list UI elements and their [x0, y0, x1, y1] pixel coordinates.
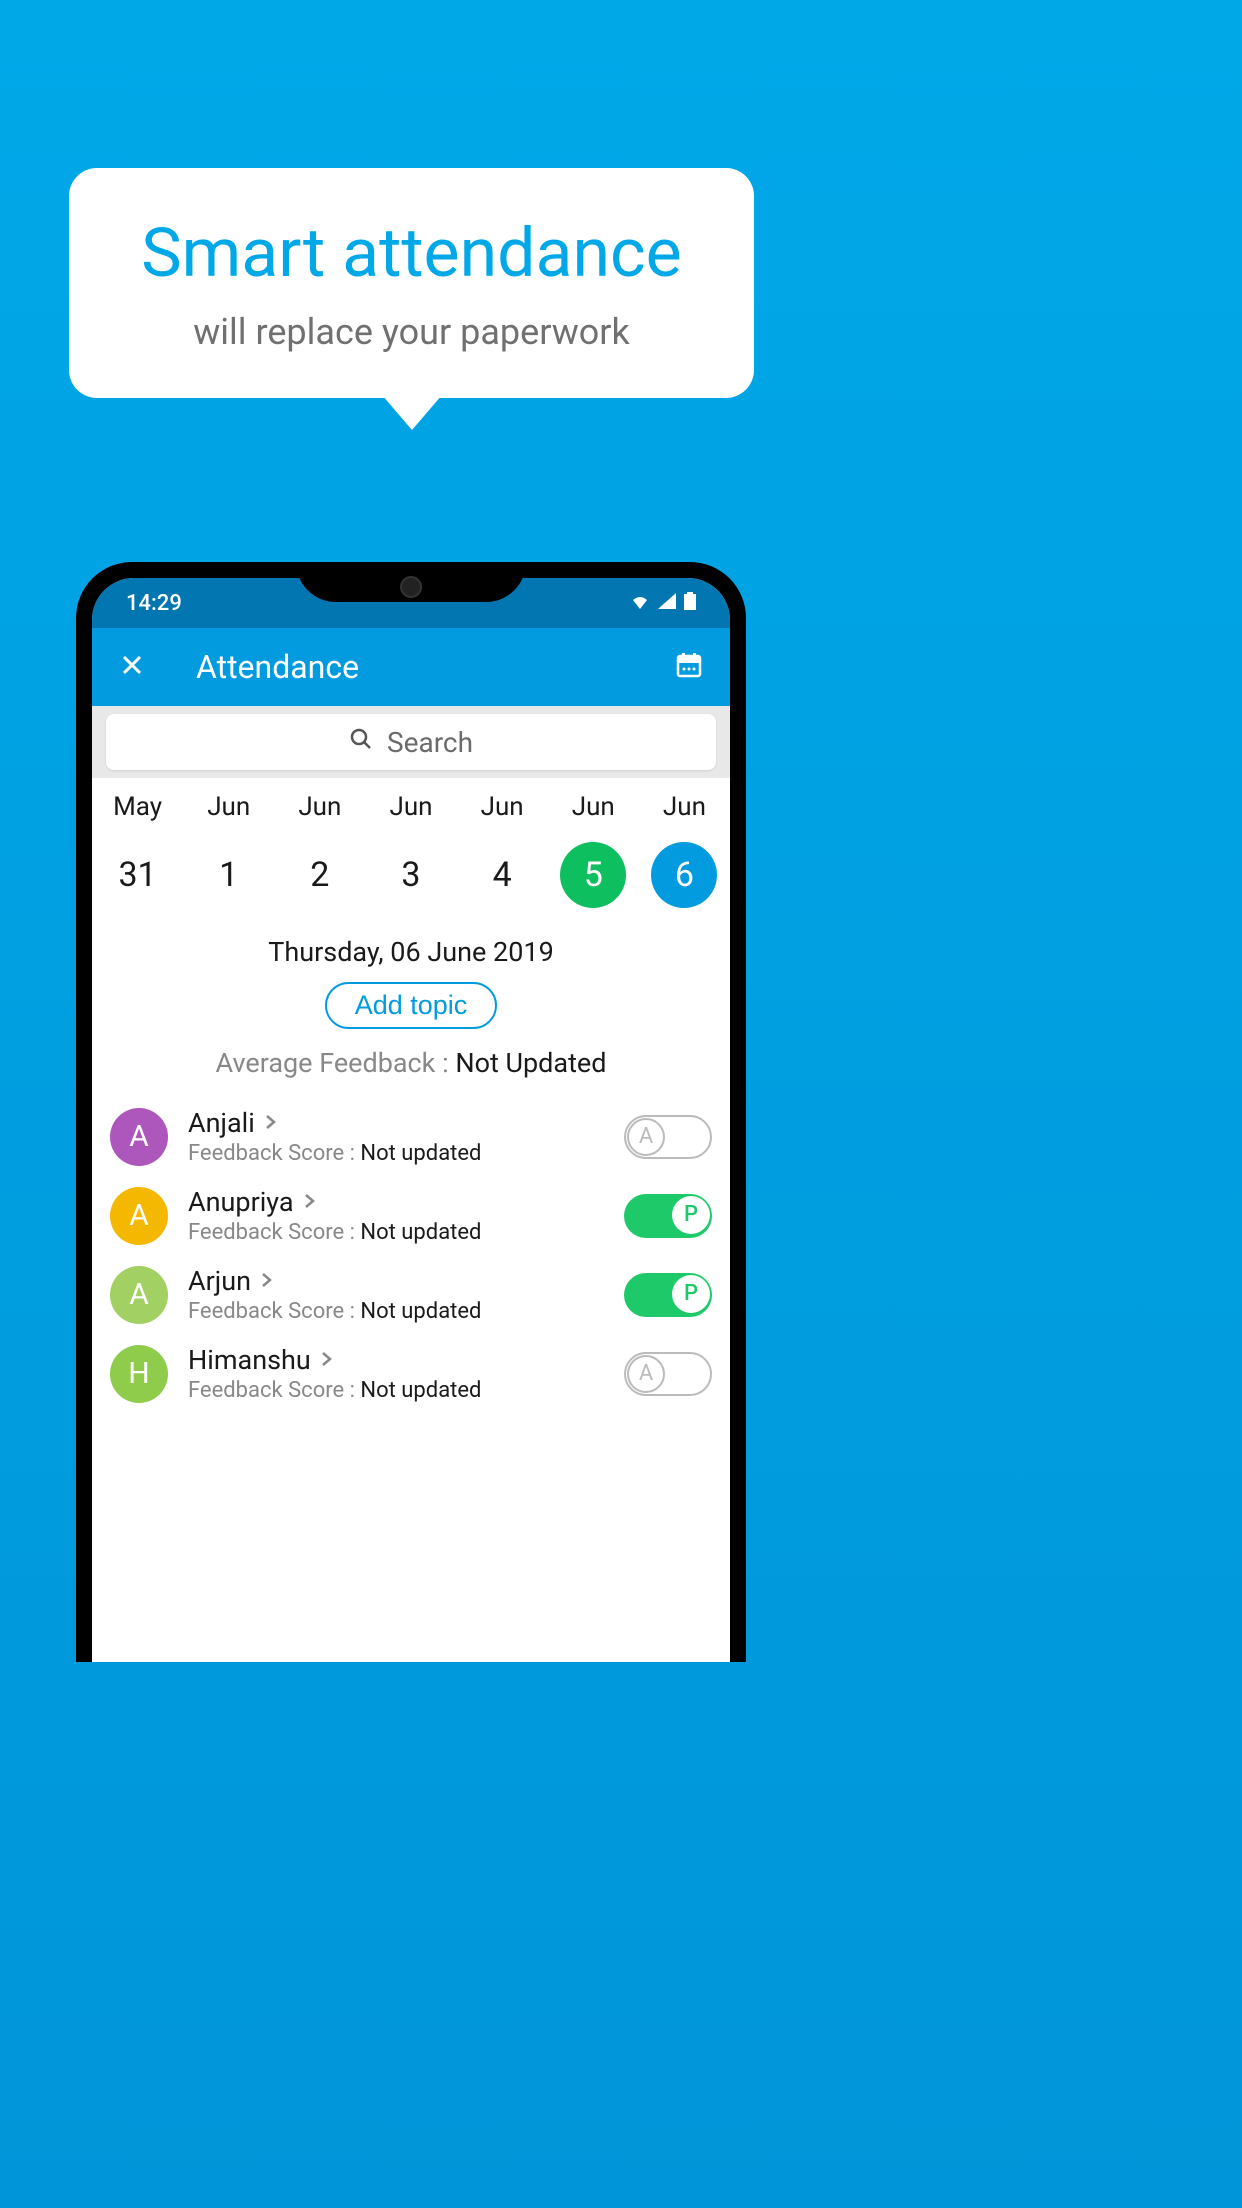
- chevron-right-icon: [321, 1348, 333, 1372]
- avg-feedback-label: Average Feedback :: [216, 1047, 456, 1079]
- search-icon: [349, 727, 373, 758]
- date-item[interactable]: Jun 3: [365, 792, 456, 908]
- date-day: 3: [378, 842, 444, 908]
- date-item[interactable]: Jun 5: [548, 792, 639, 908]
- avg-feedback-value: Not Updated: [455, 1047, 606, 1079]
- toggle-knob: P: [672, 1196, 710, 1234]
- feedback-value: Not updated: [360, 1378, 481, 1403]
- promo-subtitle: will replace your paperwork: [193, 311, 630, 353]
- feedback-label: Feedback Score :: [188, 1220, 360, 1245]
- student-row: A AnjaliFeedback Score : Not updated A: [92, 1097, 730, 1176]
- attendance-toggle[interactable]: P: [624, 1194, 712, 1238]
- student-info[interactable]: HimanshuFeedback Score : Not updated: [188, 1344, 604, 1403]
- feedback-value: Not updated: [360, 1220, 481, 1245]
- chevron-right-icon: [261, 1269, 273, 1293]
- toggle-knob: A: [627, 1355, 665, 1393]
- close-icon[interactable]: [120, 651, 144, 684]
- page-title: Attendance: [196, 648, 624, 686]
- feedback-value: Not updated: [360, 1299, 481, 1324]
- student-row: H HimanshuFeedback Score : Not updated A: [92, 1334, 730, 1413]
- battery-icon: [684, 592, 696, 614]
- date-day: 5: [560, 842, 626, 908]
- signal-icon: [658, 593, 676, 613]
- student-row: A ArjunFeedback Score : Not updated P: [92, 1255, 730, 1334]
- toggle-knob: P: [672, 1275, 710, 1313]
- date-day: 31: [105, 842, 171, 908]
- student-name: Anjali: [188, 1107, 255, 1139]
- toggle-knob: A: [627, 1118, 665, 1156]
- phone-notch: [296, 562, 526, 602]
- selected-date-label: Thursday, 06 June 2019: [92, 926, 730, 982]
- avatar: A: [110, 1187, 168, 1245]
- date-day: 6: [651, 842, 717, 908]
- attendance-toggle[interactable]: P: [624, 1273, 712, 1317]
- date-month: Jun: [663, 792, 706, 822]
- wifi-icon: [630, 593, 650, 613]
- attendance-toggle[interactable]: A: [624, 1115, 712, 1159]
- date-item[interactable]: May 31: [92, 792, 183, 908]
- add-topic-button[interactable]: Add topic: [325, 982, 498, 1029]
- date-item[interactable]: Jun 2: [274, 792, 365, 908]
- date-month: Jun: [298, 792, 341, 822]
- average-feedback: Average Feedback : Not Updated: [92, 1047, 730, 1097]
- search-container: Search: [92, 706, 730, 778]
- date-month: Jun: [572, 792, 615, 822]
- search-placeholder: Search: [387, 726, 473, 759]
- student-info[interactable]: ArjunFeedback Score : Not updated: [188, 1265, 604, 1324]
- date-strip: May 31 Jun 1 Jun 2 Jun 3 Jun 4 Jun 5 Jun 6: [92, 778, 730, 926]
- date-month: May: [113, 792, 162, 822]
- promo-title: Smart attendance: [141, 213, 681, 293]
- chevron-right-icon: [265, 1111, 277, 1135]
- date-month: Jun: [481, 792, 524, 822]
- student-info[interactable]: AnupriyaFeedback Score : Not updated: [188, 1186, 604, 1245]
- app-header: Attendance: [92, 628, 730, 706]
- date-day: 4: [469, 842, 535, 908]
- attendance-toggle[interactable]: A: [624, 1352, 712, 1396]
- student-list: AAnjaliFeedback Score : Not updatedAAAnu…: [92, 1097, 730, 1413]
- add-topic-container: Add topic: [92, 982, 730, 1047]
- student-name: Arjun: [188, 1265, 251, 1297]
- date-month: Jun: [389, 792, 432, 822]
- search-input[interactable]: Search: [106, 714, 716, 770]
- status-time: 14:29: [126, 591, 182, 616]
- date-item[interactable]: Jun 6: [639, 792, 730, 908]
- date-month: Jun: [207, 792, 250, 822]
- feedback-label: Feedback Score :: [188, 1299, 360, 1324]
- calendar-icon[interactable]: [676, 652, 702, 682]
- chevron-right-icon: [304, 1190, 316, 1214]
- feedback-label: Feedback Score :: [188, 1141, 360, 1166]
- avatar: A: [110, 1266, 168, 1324]
- avatar: A: [110, 1108, 168, 1166]
- date-day: 2: [287, 842, 353, 908]
- date-item[interactable]: Jun 4: [457, 792, 548, 908]
- date-day: 1: [196, 842, 262, 908]
- student-info[interactable]: AnjaliFeedback Score : Not updated: [188, 1107, 604, 1166]
- status-icons: [630, 592, 696, 614]
- student-row: A AnupriyaFeedback Score : Not updated P: [92, 1176, 730, 1255]
- student-name: Anupriya: [188, 1186, 294, 1218]
- avatar: H: [110, 1345, 168, 1403]
- date-item[interactable]: Jun 1: [183, 792, 274, 908]
- phone-frame: 14:29 Attendance: [76, 562, 746, 1662]
- feedback-label: Feedback Score :: [188, 1378, 360, 1403]
- phone-screen: 14:29 Attendance: [92, 578, 730, 1662]
- feedback-value: Not updated: [360, 1141, 481, 1166]
- promo-card: Smart attendance will replace your paper…: [69, 168, 754, 398]
- student-name: Himanshu: [188, 1344, 311, 1376]
